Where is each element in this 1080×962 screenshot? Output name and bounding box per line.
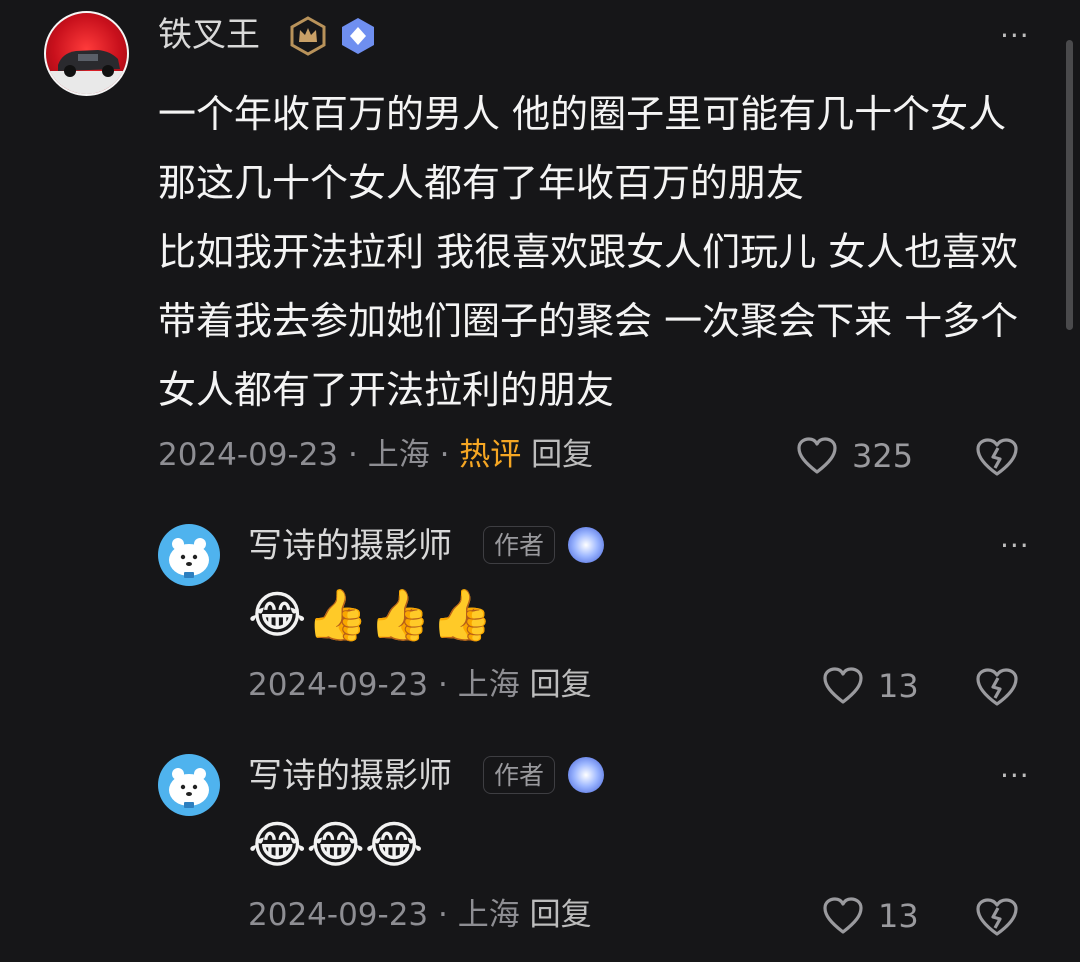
username[interactable]: 铁叉王 bbox=[158, 18, 260, 52]
comment-text: 一个年收百万的男人 他的圈子里可能有几十个女人 那这几十个女人都有了年收百万的朋… bbox=[158, 92, 1019, 412]
heart-outline-icon bbox=[823, 667, 863, 704]
like-count: 13 bbox=[878, 897, 919, 935]
comment-date: 2024-09-23 bbox=[158, 437, 339, 473]
username[interactable]: 写诗的摄影师 bbox=[248, 529, 452, 563]
reply-button[interactable]: 回复 bbox=[530, 897, 592, 933]
more-dots-icon[interactable]: ··· bbox=[1000, 762, 1030, 790]
polar-bear-avatar-image bbox=[169, 768, 209, 808]
heart-outline-icon bbox=[823, 897, 863, 934]
username[interactable]: 写诗的摄影师 bbox=[248, 759, 452, 793]
verified-badge-icon bbox=[342, 18, 374, 54]
avatar[interactable] bbox=[158, 524, 220, 586]
reply-meta: 2024-09-23 · 上海 回复 bbox=[248, 670, 592, 701]
reply-emojis: 😂👍👍👍 bbox=[248, 586, 494, 644]
meta-separator: · bbox=[338, 437, 368, 473]
reply-button[interactable]: 回复 bbox=[530, 667, 592, 703]
meta-separator: · bbox=[428, 667, 458, 703]
like-count: 13 bbox=[878, 667, 919, 705]
fan-badge-icon bbox=[568, 527, 604, 563]
reply-button[interactable]: 回复 bbox=[531, 437, 593, 473]
avatar[interactable] bbox=[158, 754, 220, 816]
broken-heart-icon[interactable] bbox=[974, 436, 1020, 478]
reply-location: 上海 bbox=[457, 667, 520, 703]
like-button[interactable]: 13 bbox=[822, 896, 919, 936]
like-count: 325 bbox=[852, 437, 914, 475]
reply-emojis: 😂😂😂 bbox=[248, 816, 424, 874]
broken-heart-icon[interactable] bbox=[974, 896, 1020, 938]
more-dots-icon[interactable]: ··· bbox=[1000, 22, 1030, 50]
meta-separator: · bbox=[429, 437, 460, 473]
polar-bear-avatar-image bbox=[169, 538, 209, 578]
broken-heart-icon[interactable] bbox=[974, 666, 1020, 708]
heart-outline-icon bbox=[797, 437, 837, 474]
fan-badge-icon bbox=[568, 757, 604, 793]
more-dots-icon[interactable]: ··· bbox=[1000, 532, 1030, 560]
car-avatar-image bbox=[46, 50, 127, 94]
comment-location: 上海 bbox=[367, 437, 430, 473]
comment-meta: 2024-09-23 · 上海 · 热评 回复 bbox=[158, 440, 593, 471]
avatar[interactable] bbox=[44, 11, 129, 96]
author-tag: 作者 bbox=[483, 526, 556, 564]
crown-badge-icon bbox=[290, 16, 326, 56]
reply-date: 2024-09-23 bbox=[248, 897, 429, 933]
hot-comment-badge: 热评 bbox=[459, 437, 522, 473]
scrollbar[interactable] bbox=[1066, 40, 1073, 330]
comment-thread: 铁叉王 ··· 一个年收百万的男人 他的圈子里可能有几十个女人 那这几十个女人都… bbox=[0, 0, 1080, 962]
reply-date: 2024-09-23 bbox=[248, 667, 429, 703]
reply-meta: 2024-09-23 · 上海 回复 bbox=[248, 900, 592, 931]
meta-separator: · bbox=[428, 897, 458, 933]
reply-location: 上海 bbox=[457, 897, 520, 933]
like-button[interactable]: 13 bbox=[822, 666, 919, 706]
like-button[interactable]: 325 bbox=[796, 436, 913, 476]
author-tag: 作者 bbox=[483, 756, 556, 794]
